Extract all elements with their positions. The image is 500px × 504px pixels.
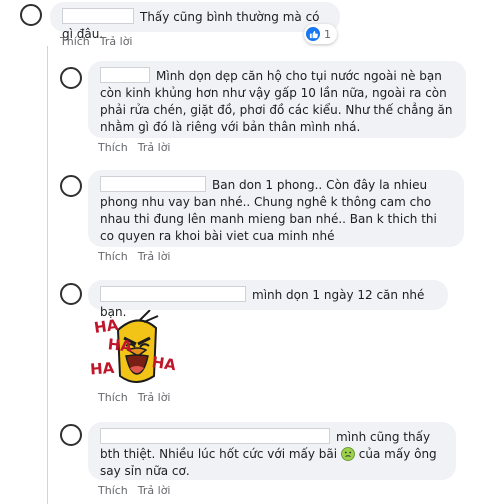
sticker-text: HA [107,335,133,355]
author-name-redacted[interactable] [100,428,330,444]
sick-face-emoji-icon [341,447,355,461]
comment-bubble: Ban don 1 phong.. Còn đây la nhieu phong… [88,170,464,247]
author-name-redacted[interactable] [100,176,206,192]
like-link[interactable]: Thích [98,250,128,263]
comment-actions: Thích Trả lời [60,35,143,48]
sticker-text: HA [151,353,178,374]
comment-2: Mình dọn dẹp căn hộ cho tụi nước ngoài n… [0,55,500,155]
reply-link[interactable]: Trả lời [138,250,171,263]
avatar[interactable] [60,175,82,197]
comment-bubble: mình dọn 1 ngày 12 căn nhé bạn. [88,280,448,319]
sticker[interactable]: HA HA HA HA [88,309,178,390]
laughing-bird-sticker-icon: HA HA HA HA [89,309,178,383]
comment-bubble: Mình dọn dẹp căn hộ cho tụi nước ngoài n… [88,61,466,138]
avatar[interactable] [60,424,82,446]
reply-link[interactable]: Trả lời [138,141,171,154]
author-name-redacted[interactable] [62,8,134,24]
reply-link[interactable]: Trả lời [138,391,171,404]
comment-5: mình cũng thấy bth thiệt. Nhiều lúc hốt … [0,420,500,504]
avatar[interactable] [60,283,82,305]
author-name-redacted[interactable] [100,67,150,83]
like-link[interactable]: Thích [98,391,128,404]
comment-actions: Thích Trả lời [98,141,181,154]
comment-bubble: mình cũng thấy bth thiệt. Nhiều lúc hốt … [88,422,456,480]
avatar[interactable] [60,67,82,89]
comment-text: Mình dọn dẹp căn hộ cho tụi nước ngoài n… [100,69,453,134]
comment-1: Thấy cũng bình thường mà có gì đâu. 1 Th… [0,0,500,50]
reaction-count: 1 [324,27,331,41]
reply-link[interactable]: Trả lời [138,484,171,497]
sticker-text: HA [93,316,120,337]
comment-4: mình dọn 1 ngày 12 căn nhé bạn. HA HA HA… [0,278,500,413]
sticker-text: HA [89,359,115,379]
comment-actions: Thích Trả lời [98,391,181,404]
like-link[interactable]: Thích [98,141,128,154]
like-link[interactable]: Thích [98,484,128,497]
comment-actions: Thích Trả lời [98,484,181,497]
author-name-redacted[interactable] [100,286,246,302]
like-reaction-icon [306,27,320,41]
comment-bubble: Thấy cũng bình thường mà có gì đâu. [50,2,340,41]
reaction-badge[interactable]: 1 [304,24,337,44]
like-link[interactable]: Thích [60,35,90,48]
comment-actions: Thích Trả lời [98,250,181,263]
avatar[interactable] [20,4,42,26]
comment-3: Ban don 1 phong.. Còn đây la nhieu phong… [0,165,500,265]
reply-link[interactable]: Trả lời [100,35,133,48]
